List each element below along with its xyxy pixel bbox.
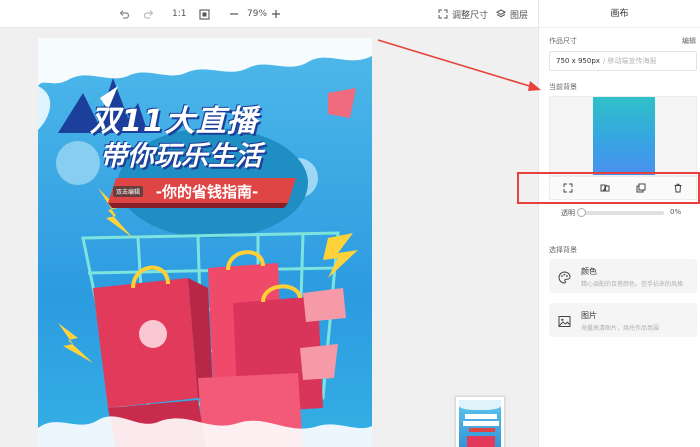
undo-icon[interactable] [118, 0, 130, 28]
current-bg-preview[interactable] [549, 96, 697, 176]
opacity-slider-handle[interactable] [577, 208, 586, 217]
color-option-desc: 精心调配的百搭颜色，信手拈来的风格 [581, 281, 684, 288]
poster-headline-2[interactable]: 带你玩乐生活 [100, 134, 262, 173]
layers-button[interactable]: 图层 [496, 0, 528, 28]
canvas-size-field[interactable]: 750 x 950px / 移动端宣传海报 [549, 51, 697, 71]
current-bg-label: 当前背景 [549, 83, 577, 91]
layers-label: 图层 [510, 10, 529, 21]
zoom-in-button[interactable] [271, 0, 281, 28]
resize-label: 调整尺寸 [452, 10, 489, 21]
palette-icon [558, 269, 571, 288]
actual-size-button[interactable]: 1:1 [172, 0, 186, 28]
edit-size-link[interactable]: 编辑 [682, 36, 696, 46]
size-section-label: 作品尺寸 [549, 37, 577, 45]
canvas-area[interactable]: 双11大直播 带你玩乐生活 -你的省钱指南- 双击编辑 [0, 28, 538, 447]
highlight-box [517, 172, 700, 204]
image-option-desc: 海量高清图片，烘托作品氛围 [581, 325, 660, 332]
panel-title: 画布 [539, 0, 700, 28]
page-thumbnail[interactable] [455, 396, 505, 447]
zoom-out-button[interactable] [229, 0, 239, 28]
size-placeholder: / 移动端宣传海报 [602, 57, 657, 65]
image-bg-option[interactable]: 图片 海量高清图片，烘托作品氛围 [549, 303, 697, 337]
size-value: 750 x 950px [556, 57, 600, 65]
thumbnail-preview [459, 400, 501, 447]
layers-icon [496, 9, 506, 18]
choose-bg-label: 选择背景 [549, 246, 577, 254]
poster-canvas[interactable]: 双11大直播 带你玩乐生活 -你的省钱指南- [38, 38, 372, 447]
poster-banner-text[interactable]: -你的省钱指南- [122, 181, 292, 202]
color-bg-option[interactable]: 颜色 精心调配的百搭颜色，信手拈来的风格 [549, 259, 697, 293]
resize-button[interactable]: 调整尺寸 [438, 0, 488, 28]
top-toolbar: 1:1 79% 调整尺寸 图层 [0, 0, 538, 28]
zoom-level: 79% [247, 9, 268, 19]
opacity-value: 0% [670, 208, 682, 216]
redo-icon[interactable] [143, 0, 155, 28]
color-option-title: 颜色 [581, 267, 597, 276]
fit-screen-icon[interactable] [199, 0, 210, 28]
double-click-edit-tooltip: 双击编辑 [113, 186, 144, 197]
image-icon [558, 313, 571, 332]
opacity-label: 透明 [561, 209, 575, 217]
opacity-slider[interactable] [577, 208, 664, 217]
resize-icon [438, 9, 448, 19]
properties-panel: 画布 作品尺寸 编辑 750 x 950px / 移动端宣传海报 当前背景 透明 … [538, 0, 700, 447]
bg-swatch [593, 97, 655, 175]
image-option-title: 图片 [581, 311, 597, 320]
